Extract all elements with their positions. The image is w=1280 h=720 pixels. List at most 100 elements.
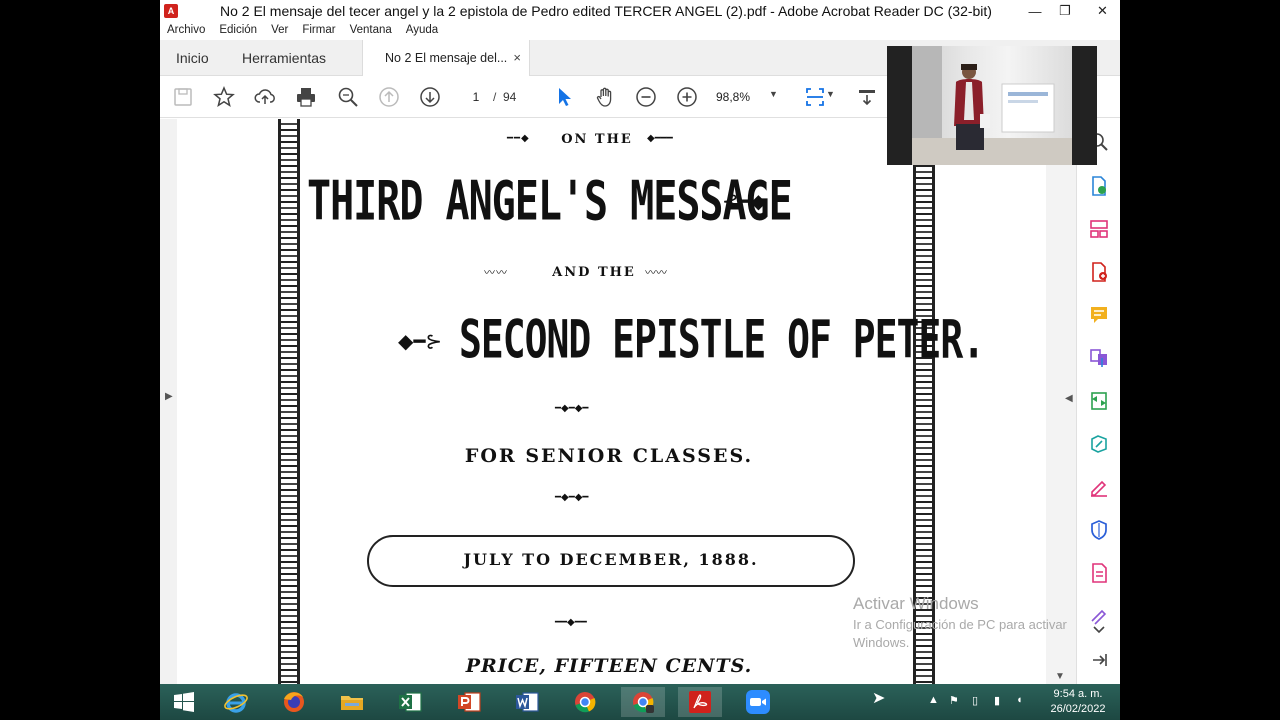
select-tool-button[interactable] xyxy=(551,84,577,110)
menu-edicion[interactable]: Edición xyxy=(212,22,264,40)
scroll-mode-button[interactable] xyxy=(854,84,880,110)
next-page-button[interactable] xyxy=(417,84,443,110)
start-button[interactable] xyxy=(162,687,206,717)
fit-page-icon xyxy=(806,88,824,106)
combine-files-tool[interactable] xyxy=(1088,347,1110,369)
search-button[interactable] xyxy=(335,84,361,110)
network-signal-icon[interactable]: ▮ xyxy=(994,694,1000,707)
minus-circle-icon xyxy=(636,87,656,107)
tab-home[interactable]: Inicio xyxy=(176,40,209,76)
chevron-down-icon[interactable]: ▼ xyxy=(769,89,778,99)
zoom-level-select[interactable]: 98,8% xyxy=(716,87,776,107)
activate-windows-title: Activar Windows xyxy=(853,594,979,613)
date-range: JULY TO DECEMBER, 1888. xyxy=(463,550,759,569)
taskbar-chrome-profile[interactable] xyxy=(621,687,665,717)
expand-left-panel-icon[interactable]: ▶ xyxy=(165,391,173,402)
scroll-mode-icon xyxy=(859,90,875,106)
title-second-epistle-of-peter: SECOND EPISTLE OF PETER. xyxy=(459,309,985,370)
firefox-icon xyxy=(284,692,304,712)
page-number-input[interactable]: 1 xyxy=(458,87,494,107)
excel-icon xyxy=(399,692,422,712)
upload-button[interactable] xyxy=(252,84,278,110)
fill-sign-tool[interactable] xyxy=(1088,476,1110,498)
close-window-button[interactable]: ✕ xyxy=(1085,0,1120,22)
taskbar-word[interactable] xyxy=(505,687,549,717)
zoom-in-button[interactable] xyxy=(674,84,700,110)
show-hidden-icons[interactable]: ▲ xyxy=(928,694,939,706)
powerpoint-icon xyxy=(458,692,481,712)
internet-explorer-icon xyxy=(224,693,248,713)
compress-icon xyxy=(1091,392,1107,410)
word-icon xyxy=(516,692,539,712)
taskbar-internet-explorer[interactable] xyxy=(214,687,258,717)
fit-options-chevron-icon[interactable]: ▼ xyxy=(826,89,835,99)
left-panel-toggle[interactable]: ▶ xyxy=(160,119,177,684)
menu-ayuda[interactable]: Ayuda xyxy=(399,22,445,40)
cloud-upload-icon xyxy=(254,89,275,104)
organize-pages-icon xyxy=(1090,220,1108,238)
minimize-button[interactable]: — xyxy=(1020,0,1050,22)
scroll-down-icon[interactable]: ▼ xyxy=(1055,671,1065,682)
activate-windows-subtitle: Ir a Configuración de PC para activar Wi… xyxy=(853,617,1067,650)
ornament: ━◆━◆━ xyxy=(555,492,589,503)
create-pdf-icon xyxy=(1092,262,1107,282)
comment-tool[interactable] xyxy=(1088,304,1110,326)
menu-firmar[interactable]: Firmar xyxy=(295,22,342,40)
cursor-arrow-icon xyxy=(559,88,571,106)
zoom-out-button[interactable] xyxy=(633,84,659,110)
presenter-video xyxy=(912,46,1072,165)
export-pdf-tool[interactable] xyxy=(1088,175,1110,197)
plus-circle-icon xyxy=(677,87,697,107)
taskbar-zoom[interactable] xyxy=(736,687,780,717)
protect-tool[interactable] xyxy=(1088,519,1110,541)
device-icon[interactable]: ▯ xyxy=(972,694,978,707)
menu-ventana[interactable]: Ventana xyxy=(343,22,399,40)
zoom-video-icon xyxy=(746,690,770,714)
menu-bar: Archivo Edición Ver Firmar Ventana Ayuda xyxy=(160,22,1120,40)
taskbar-chrome[interactable] xyxy=(563,687,607,717)
shield-icon xyxy=(1091,520,1107,540)
print-button[interactable] xyxy=(293,84,319,110)
close-tab-icon[interactable]: × xyxy=(513,50,521,65)
date-banner: JULY TO DECEMBER, 1888. xyxy=(367,535,855,587)
flag-icon[interactable]: ⚑ xyxy=(949,694,959,707)
ornament: ◆━⊱ xyxy=(398,329,443,353)
left-ornamental-border xyxy=(278,119,300,684)
save-button[interactable] xyxy=(170,84,196,110)
taskbar-firefox[interactable] xyxy=(272,687,316,717)
taskbar-powerpoint[interactable] xyxy=(447,687,491,717)
edit-pdf-tool[interactable] xyxy=(1088,433,1110,455)
create-pdf-tool[interactable] xyxy=(1088,261,1110,283)
bookmark-button[interactable] xyxy=(211,84,237,110)
system-clock[interactable]: 9:54 a. m. 26/02/2022 xyxy=(1040,687,1116,717)
fit-page-button[interactable] xyxy=(802,84,828,110)
taskbar-file-explorer[interactable] xyxy=(330,687,374,717)
ornament: ━━◆━━ xyxy=(555,617,587,628)
right-tools-panel: ◀ xyxy=(1065,119,1120,684)
menu-archivo[interactable]: Archivo xyxy=(160,22,212,40)
tab-tools[interactable]: Herramientas xyxy=(242,40,326,76)
previous-page-button[interactable] xyxy=(376,84,402,110)
collapse-right-panel-icon[interactable]: ◀ xyxy=(1065,393,1073,404)
zoom-search-icon xyxy=(338,87,358,107)
hand-tool-button[interactable] xyxy=(592,84,618,110)
collapse-tools-pane[interactable] xyxy=(1088,649,1110,671)
hand-icon xyxy=(596,87,612,107)
clock-date: 26/02/2022 xyxy=(1050,703,1106,715)
tab-document[interactable]: No 2 El mensaje del... × xyxy=(362,40,530,76)
compress-pdf-tool[interactable] xyxy=(1088,390,1110,412)
window-title: No 2 El mensaje del tecer angel y la 2 e… xyxy=(220,3,992,19)
taskbar-acrobat-reader[interactable] xyxy=(678,687,722,717)
subtitle-for-senior-classes: FOR SENIOR CLASSES. xyxy=(464,445,754,467)
volume-muted-icon[interactable]: ◖ xyxy=(1016,694,1023,706)
star-icon xyxy=(213,86,235,108)
collapse-pane-icon xyxy=(1093,654,1107,666)
pen-sign-icon xyxy=(1091,480,1107,497)
prepare-form-tool[interactable] xyxy=(1088,562,1110,584)
restore-button[interactable]: ❐ xyxy=(1050,0,1080,22)
taskbar-excel[interactable] xyxy=(388,687,432,717)
chrome-icon xyxy=(575,692,596,713)
acrobat-icon: A xyxy=(164,4,178,18)
organize-pages-tool[interactable] xyxy=(1088,218,1110,240)
menu-ver[interactable]: Ver xyxy=(264,22,295,40)
